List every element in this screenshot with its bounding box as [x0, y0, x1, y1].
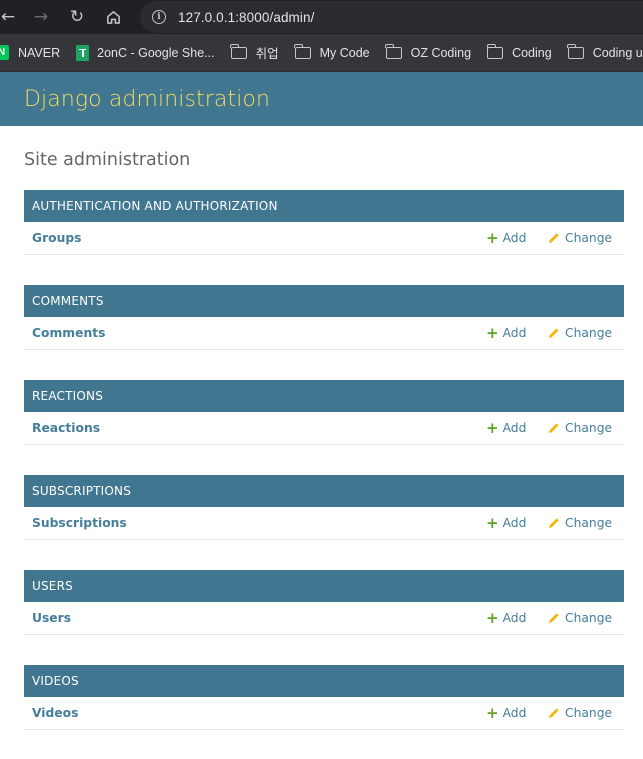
naver-icon: N [0, 45, 9, 60]
app-module-videos: VIDEOS Videos + Add Change [24, 665, 624, 730]
folder-icon [567, 43, 584, 59]
module-caption[interactable]: REACTIONS [24, 380, 624, 412]
model-row: Comments + Add Change [24, 317, 624, 350]
bookmark-label: OZ Coding [410, 45, 472, 60]
bookmark-label: Coding u [592, 45, 643, 60]
model-link-reactions[interactable]: Reactions [24, 421, 100, 435]
app-module-users: USERS Users + Add Change [24, 570, 624, 635]
app-module-reactions: REACTIONS Reactions + Add Change [24, 380, 624, 445]
folder-icon [385, 43, 402, 59]
change-label: Change [565, 421, 613, 435]
bookmark-folder-coding-u[interactable]: Coding u [567, 43, 643, 60]
bookmark-label: 취업 [255, 47, 279, 61]
bookmark-folder-job[interactable]: 취업 [230, 43, 279, 62]
model-row: Subscriptions + Add Change [24, 507, 624, 540]
module-caption[interactable]: COMMENTS [24, 285, 624, 317]
add-button[interactable]: + Add [486, 608, 527, 627]
bookmark-naver[interactable]: N NAVER [0, 45, 60, 60]
bookmark-folder-oz-coding[interactable]: OZ Coding [385, 43, 472, 60]
add-button[interactable]: + Add [486, 703, 527, 722]
bookmark-label: Coding [512, 45, 552, 60]
add-label: Add [502, 611, 527, 625]
model-link-groups[interactable]: Groups [24, 231, 81, 245]
bookmark-google-sheet[interactable]: 2onC - Google She... [76, 44, 215, 61]
model-row: Videos + Add Change [24, 697, 624, 730]
forward-arrow-icon[interactable]: → [27, 3, 55, 31]
add-label: Add [502, 326, 527, 340]
model-row: Groups + Add Change [24, 222, 624, 255]
change-label: Change [565, 326, 613, 340]
pencil-icon [549, 423, 559, 433]
pencil-icon [549, 613, 559, 623]
plus-icon: + [486, 513, 499, 532]
bookmark-folder-my-code[interactable]: My Code [294, 43, 370, 60]
change-label: Change [565, 231, 613, 245]
pencil-icon [549, 518, 559, 528]
add-label: Add [502, 516, 527, 530]
model-link-users[interactable]: Users [24, 611, 71, 625]
change-label: Change [565, 611, 613, 625]
app-module-subscriptions: SUBSCRIPTIONS Subscriptions + Add Change [24, 475, 624, 540]
change-button[interactable]: Change [548, 421, 612, 435]
plus-icon: + [486, 703, 499, 722]
back-arrow-icon[interactable]: ← [0, 3, 22, 31]
module-caption[interactable]: USERS [24, 570, 624, 602]
change-label: Change [565, 706, 613, 720]
site-title[interactable]: Django administration [24, 87, 270, 112]
bookmark-label: My Code [319, 45, 370, 60]
model-row: Reactions + Add Change [24, 412, 624, 445]
add-button[interactable]: + Add [486, 228, 527, 247]
change-button[interactable]: Change [548, 231, 612, 245]
app-module-authentication: AUTHENTICATION AND AUTHORIZATION Groups … [24, 190, 624, 255]
pencil-icon [549, 708, 559, 718]
plus-icon: + [486, 608, 499, 627]
change-button[interactable]: Change [548, 516, 612, 530]
reload-icon[interactable]: ↻ [63, 3, 91, 31]
change-label: Change [565, 516, 613, 530]
plus-icon: + [486, 418, 499, 437]
module-caption[interactable]: VIDEOS [24, 665, 624, 697]
browser-toolbar: ← → ↻ i 127.0.0.1:8000/admin/ [0, 0, 643, 34]
home-icon[interactable] [99, 3, 127, 31]
bookmarks-bar: N NAVER 2onC - Google She... 취업 My Code … [0, 34, 643, 72]
model-link-videos[interactable]: Videos [24, 706, 78, 720]
model-link-comments[interactable]: Comments [24, 326, 105, 340]
url-text: 127.0.0.1:8000/admin/ [178, 9, 315, 25]
add-button[interactable]: + Add [486, 323, 527, 342]
bookmark-label: NAVER [18, 45, 61, 60]
add-label: Add [502, 421, 527, 435]
bookmark-label: 2onC - Google She... [97, 45, 215, 60]
pencil-icon [549, 328, 559, 338]
folder-icon [294, 43, 311, 59]
folder-icon [230, 43, 247, 59]
address-bar[interactable]: i 127.0.0.1:8000/admin/ [140, 1, 643, 33]
change-button[interactable]: Change [548, 326, 612, 340]
plus-icon: + [486, 323, 499, 342]
folder-icon [486, 43, 504, 59]
main-content: Site administration AUTHENTICATION AND A… [0, 126, 643, 730]
change-button[interactable]: Change [548, 611, 612, 625]
add-button[interactable]: + Add [486, 513, 527, 532]
model-row: Users + Add Change [24, 602, 624, 635]
model-link-subscriptions[interactable]: Subscriptions [24, 516, 127, 530]
module-caption[interactable]: SUBSCRIPTIONS [24, 475, 624, 507]
change-button[interactable]: Change [548, 706, 612, 720]
site-info-icon[interactable]: i [152, 10, 166, 24]
pencil-icon [549, 233, 559, 243]
add-button[interactable]: + Add [486, 418, 527, 437]
admin-header: Django administration [0, 72, 643, 126]
bookmark-folder-coding[interactable]: Coding [486, 43, 552, 60]
module-caption[interactable]: AUTHENTICATION AND AUTHORIZATION [24, 190, 624, 222]
add-label: Add [502, 706, 527, 720]
google-sheets-icon [76, 44, 90, 61]
page-title: Site administration [24, 150, 191, 170]
add-label: Add [502, 231, 527, 245]
app-module-comments: COMMENTS Comments + Add Change [24, 285, 624, 350]
plus-icon: + [486, 228, 499, 247]
